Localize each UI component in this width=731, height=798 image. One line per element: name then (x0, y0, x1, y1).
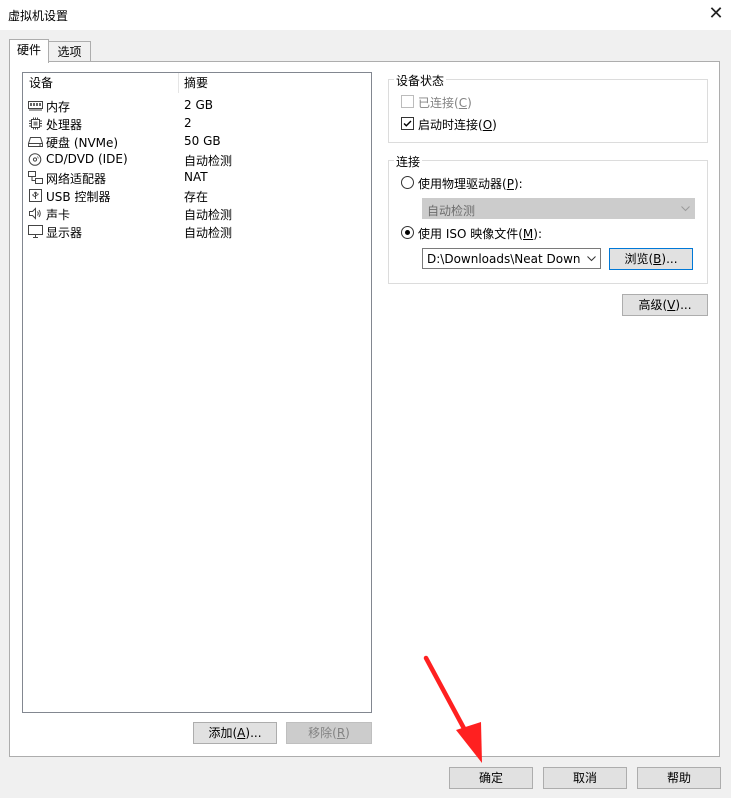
device-row-usb-controller[interactable]: USB 控制器 存在 (23, 187, 371, 205)
browse-button-label: 浏览( (624, 252, 654, 266)
device-row-memory[interactable]: 内存 2 GB (23, 97, 371, 115)
device-row-sound-card[interactable]: 声卡 自动检测 (23, 205, 371, 223)
connect-at-power-on-text: 启动时连接( (418, 118, 483, 132)
browse-button-suffix: )... (661, 252, 678, 266)
help-button[interactable]: 帮助 (637, 767, 721, 789)
use-physical-drive-radio[interactable] (401, 176, 414, 189)
device-status-title: 设备状态 (394, 72, 447, 89)
iso-path-value: D:\Downloads\Neat Downlo (427, 252, 581, 266)
connect-at-power-on-accesskey: O (482, 118, 493, 132)
device-row-display[interactable]: 显示器 自动检测 (23, 223, 371, 241)
browse-button[interactable]: 浏览(B)... (609, 248, 693, 270)
device-name: 内存 (46, 100, 71, 114)
advanced-button-suffix: )... (675, 298, 692, 312)
device-name: USB 控制器 (46, 190, 111, 204)
connected-label-text: 已连接( (418, 96, 459, 110)
checkmark-icon (403, 120, 412, 127)
use-physical-drive-row[interactable]: 使用物理驱动器(P): (401, 175, 531, 191)
chevron-down-icon (681, 206, 690, 212)
use-physical-drive-text: 使用物理驱动器( (418, 177, 507, 191)
tab-hardware[interactable]: 硬件 (9, 39, 49, 63)
connected-suffix: ) (467, 96, 472, 110)
connected-checkbox-row[interactable]: 已连接(C) (401, 94, 501, 110)
device-name: CD/DVD (IDE) (46, 152, 128, 166)
connect-at-power-on-suffix: ) (492, 118, 497, 132)
use-physical-drive-label: 使用物理驱动器(P): (418, 175, 523, 192)
connect-at-power-on-label: 启动时连接(O) (418, 116, 497, 133)
hard-disk-icon (28, 137, 43, 147)
device-summary: 50 GB (184, 134, 221, 148)
add-button[interactable]: 添加(A)... (193, 722, 277, 744)
annotation-arrow-icon (423, 655, 482, 763)
device-summary: 自动检测 (184, 154, 233, 168)
remove-button-accesskey: R (336, 726, 346, 740)
connection-title: 连接 (394, 153, 423, 170)
connect-at-power-on-row[interactable]: 启动时连接(O) (401, 116, 511, 132)
advanced-button[interactable]: 高级(V)... (622, 294, 708, 316)
connected-checkbox[interactable] (401, 95, 414, 108)
device-name: 处理器 (46, 118, 83, 132)
network-adapter-icon (28, 171, 43, 184)
device-summary: NAT (184, 170, 208, 184)
remove-button-label: 移除( (308, 726, 337, 740)
chevron-down-icon[interactable] (587, 256, 596, 262)
device-summary: 2 GB (184, 98, 213, 112)
usb-icon (29, 189, 42, 202)
connect-at-power-on-checkbox[interactable] (401, 117, 414, 130)
use-iso-text: 使用 ISO 映像文件( (418, 227, 523, 241)
column-header-summary[interactable]: 摘要 (178, 73, 374, 93)
device-summary: 自动检测 (184, 208, 233, 222)
speaker-icon (29, 207, 41, 220)
device-name: 网络适配器 (46, 172, 107, 186)
add-button-suffix: )... (245, 726, 262, 740)
connected-accesskey: C (458, 96, 468, 110)
ok-button[interactable]: 确定 (449, 767, 533, 789)
device-summary: 自动检测 (184, 226, 233, 240)
close-icon[interactable]: ✕ (706, 4, 726, 24)
column-header-device[interactable]: 设备 (23, 73, 179, 93)
device-row-network-adapter[interactable]: 网络适配器 NAT (23, 169, 371, 187)
use-physical-drive-accesskey: P (506, 177, 514, 191)
device-name: 声卡 (46, 208, 71, 222)
add-button-label: 添加( (208, 726, 238, 740)
connected-label: 已连接(C) (418, 94, 472, 111)
cpu-icon (29, 117, 42, 130)
device-row-cd-dvd[interactable]: CD/DVD (IDE) 自动检测 (23, 151, 371, 169)
remove-button-suffix: ) (345, 726, 350, 740)
physical-drive-select[interactable]: 自动检测 (422, 198, 695, 219)
device-row-processor[interactable]: 处理器 2 (23, 115, 371, 133)
use-iso-accesskey: M (522, 227, 534, 241)
use-iso-row[interactable]: 使用 ISO 映像文件(M): (401, 225, 551, 241)
device-summary: 存在 (184, 190, 209, 204)
advanced-button-label: 高级( (638, 298, 668, 312)
use-physical-drive-suffix: ): (513, 177, 523, 191)
radio-selected-dot (405, 230, 410, 235)
device-name: 硬盘 (NVMe) (46, 136, 119, 150)
memory-icon (28, 101, 43, 111)
iso-path-combobox[interactable]: D:\Downloads\Neat Downlo (422, 248, 601, 269)
physical-drive-value: 自动检测 (427, 204, 476, 218)
device-name: 显示器 (46, 226, 83, 240)
use-iso-label: 使用 ISO 映像文件(M): (418, 225, 542, 242)
monitor-icon (28, 225, 43, 238)
cd-dvd-icon (28, 153, 42, 166)
use-iso-suffix: ): (533, 227, 543, 241)
tab-options[interactable]: 选项 (48, 41, 91, 62)
title-bar: 虚拟机设置 ✕ (0, 0, 731, 30)
window-title: 虚拟机设置 (8, 9, 69, 23)
use-iso-radio[interactable] (401, 226, 414, 239)
cancel-button[interactable]: 取消 (543, 767, 627, 789)
device-list[interactable]: 设备 摘要 内存 2 GB 处理器 2 硬盘 (NVMe) 50 GB CD/D… (22, 72, 372, 713)
device-row-hard-disk[interactable]: 硬盘 (NVMe) 50 GB (23, 133, 371, 151)
device-summary: 2 (184, 116, 192, 130)
remove-button[interactable]: 移除(R) (286, 722, 372, 744)
